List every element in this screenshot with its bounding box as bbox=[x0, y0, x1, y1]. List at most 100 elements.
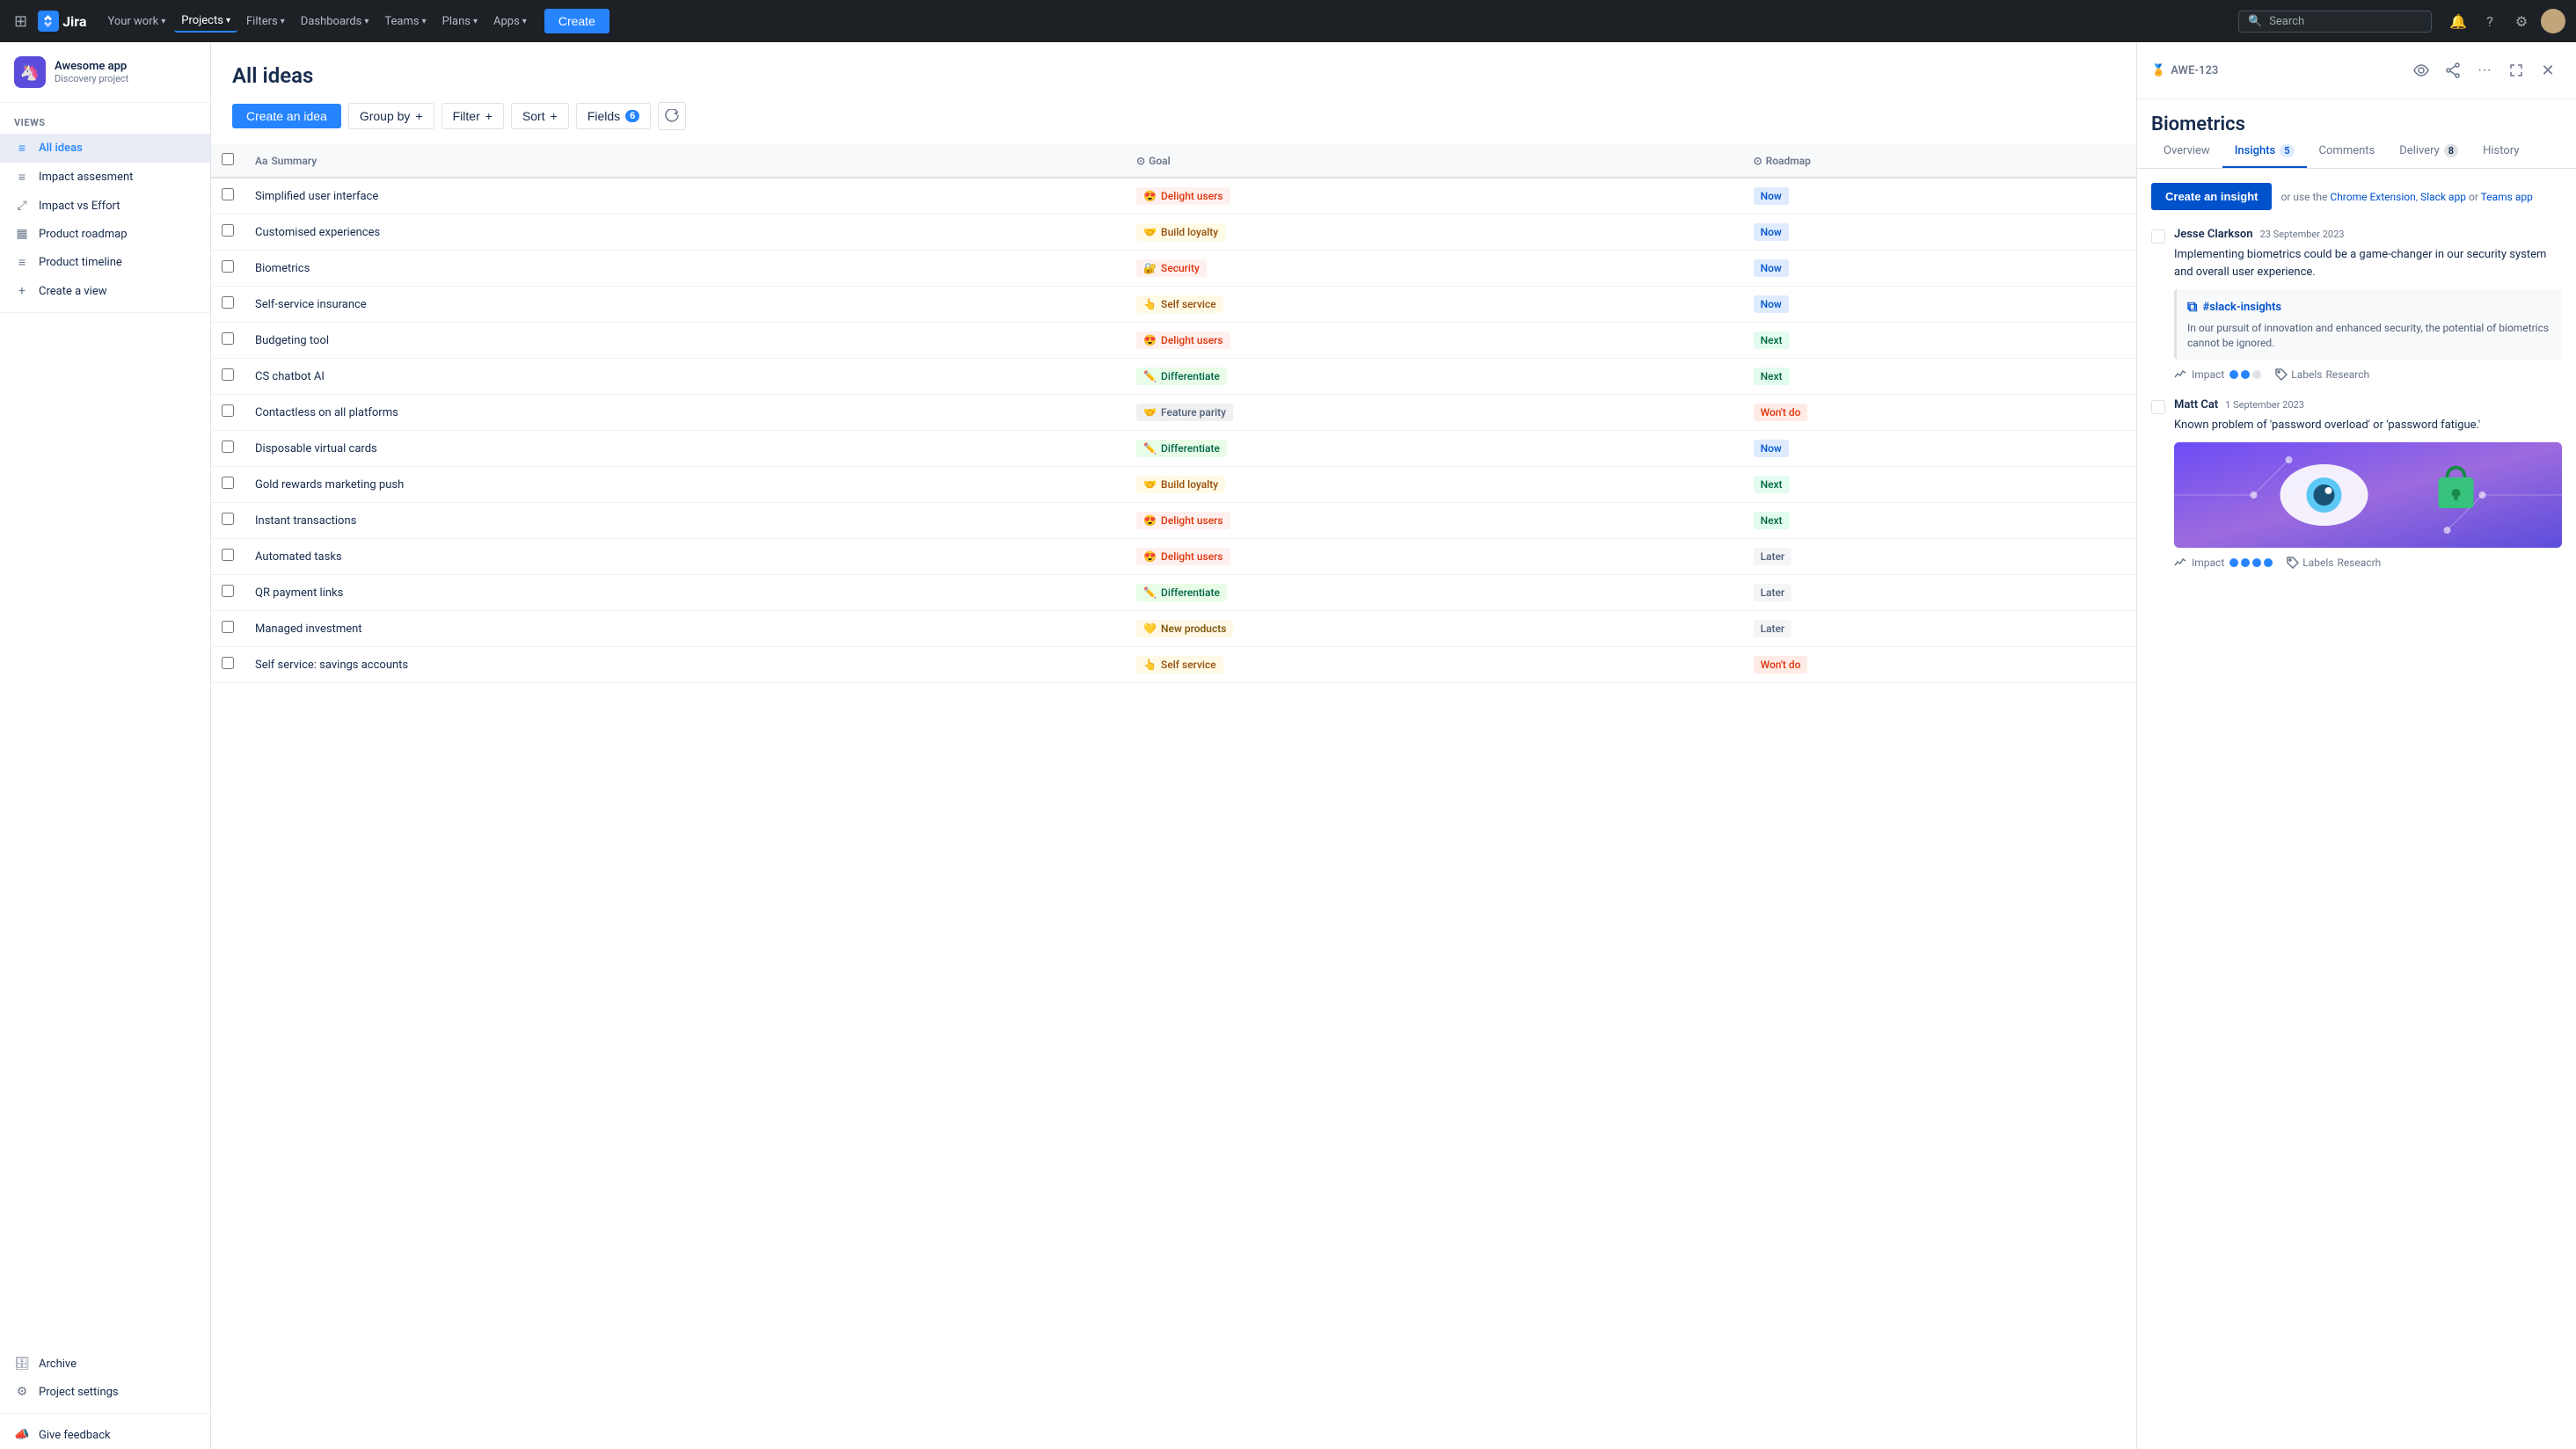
sidebar-item-feedback[interactable]: 📣 Give feedback bbox=[0, 1421, 210, 1449]
insight-footer: Impact Labels Reseacrh bbox=[2174, 557, 2562, 569]
row-checkbox[interactable] bbox=[222, 441, 234, 453]
row-checkbox[interactable] bbox=[222, 188, 234, 200]
table-row[interactable]: Gold rewards marketing push 🤝 Build loya… bbox=[211, 467, 2136, 503]
table-row[interactable]: CS chatbot AI ✏️ Differentiate Next bbox=[211, 359, 2136, 395]
group-by-button[interactable]: Group by + bbox=[348, 103, 434, 129]
table-row[interactable]: Automated tasks 😍 Delight users Later bbox=[211, 539, 2136, 575]
table-row[interactable]: Self-service insurance 👆 Self service No… bbox=[211, 287, 2136, 323]
sidebar-item-impact-vs-effort[interactable]: ⤢Impact vs Effort bbox=[0, 192, 210, 220]
nav-item-filters[interactable]: Filters ▾ bbox=[239, 11, 292, 32]
table-row[interactable]: Budgeting tool 😍 Delight users Next bbox=[211, 323, 2136, 359]
table-row[interactable]: Simplified user interface 😍 Delight user… bbox=[211, 178, 2136, 215]
app-layout: 🦄 Awesome app Discovery project VIEWS ≡A… bbox=[0, 0, 2576, 1449]
row-checkbox[interactable] bbox=[222, 368, 234, 381]
share-button[interactable] bbox=[2439, 56, 2467, 84]
sidebar-item-product-roadmap[interactable]: ▦Product roadmap bbox=[0, 220, 210, 248]
row-summary: CS chatbot AI bbox=[244, 359, 1126, 395]
sidebar-item-impact-assesment[interactable]: ≡Impact assesment bbox=[0, 163, 210, 192]
nav-item-apps[interactable]: Apps ▾ bbox=[486, 11, 534, 32]
roadmap-badge: Won't do bbox=[1754, 656, 1808, 674]
row-checkbox[interactable] bbox=[222, 260, 234, 273]
nav-item-plans[interactable]: Plans ▾ bbox=[435, 11, 485, 32]
row-checkbox-cell bbox=[211, 467, 244, 503]
sort-button[interactable]: Sort + bbox=[511, 103, 569, 129]
create-insight-button[interactable]: Create an insight bbox=[2151, 183, 2272, 210]
refresh-button[interactable] bbox=[658, 102, 686, 130]
goal-tag: 👆 Self service bbox=[1136, 295, 1223, 313]
sidebar-item-create-view[interactable]: + Create a view bbox=[0, 277, 210, 305]
row-checkbox[interactable] bbox=[222, 585, 234, 597]
chrome-extension-link[interactable]: Chrome Extension bbox=[2330, 191, 2415, 203]
sidebar-item-settings[interactable]: ⚙ Project settings bbox=[0, 1378, 210, 1406]
panel-tab-overview[interactable]: Overview bbox=[2151, 135, 2222, 168]
row-checkbox[interactable] bbox=[222, 296, 234, 309]
slack-app-link[interactable]: Slack app bbox=[2420, 191, 2466, 203]
search-bar[interactable]: 🔍 Search bbox=[2238, 11, 2432, 33]
panel-id-icon: 🏅 bbox=[2151, 64, 2165, 77]
fields-button[interactable]: Fields 6 bbox=[576, 103, 651, 129]
nav-item-your-work[interactable]: Your work ▾ bbox=[100, 11, 172, 32]
view-icon: ≡ bbox=[14, 255, 30, 270]
ideas-tbody: Simplified user interface 😍 Delight user… bbox=[211, 178, 2136, 683]
settings-icon[interactable]: ⚙ bbox=[2509, 9, 2534, 33]
row-checkbox[interactable] bbox=[222, 621, 234, 633]
create-button[interactable]: Create bbox=[544, 9, 609, 33]
sidebar-item-archive[interactable]: 🗄 Archive bbox=[0, 1350, 210, 1378]
row-checkbox[interactable] bbox=[222, 657, 234, 669]
panel-tab-delivery[interactable]: Delivery8 bbox=[2387, 135, 2470, 168]
goal-emoji: 🤝 bbox=[1143, 406, 1157, 419]
panel-tab-insights[interactable]: Insights5 bbox=[2222, 135, 2307, 168]
plus-icon: + bbox=[415, 109, 422, 123]
row-checkbox[interactable] bbox=[222, 513, 234, 525]
row-checkbox-cell bbox=[211, 287, 244, 323]
close-button[interactable]: ✕ bbox=[2534, 56, 2562, 84]
row-checkbox[interactable] bbox=[222, 549, 234, 561]
table-row[interactable]: Biometrics 🔐 Security Now bbox=[211, 251, 2136, 287]
nav-item-teams[interactable]: Teams ▾ bbox=[377, 11, 433, 32]
filter-button[interactable]: Filter + bbox=[441, 103, 504, 129]
help-icon[interactable]: ? bbox=[2477, 9, 2502, 33]
grid-icon[interactable]: ⊞ bbox=[11, 9, 31, 34]
nav-item-projects[interactable]: Projects ▾ bbox=[174, 11, 237, 33]
row-goal: 😍 Delight users bbox=[1126, 503, 1742, 539]
teams-app-link[interactable]: Teams app bbox=[2481, 191, 2533, 203]
sidebar-item-all-ideas[interactable]: ≡All ideas bbox=[0, 134, 210, 163]
table-row[interactable]: QR payment links ✏️ Differentiate Later bbox=[211, 575, 2136, 611]
view-label: Impact vs Effort bbox=[39, 200, 120, 213]
table-row[interactable]: Instant transactions 😍 Delight users Nex… bbox=[211, 503, 2136, 539]
insight-checkbox[interactable] bbox=[2151, 229, 2165, 244]
notifications-icon[interactable]: 🔔 bbox=[2446, 9, 2470, 33]
expand-button[interactable] bbox=[2502, 56, 2530, 84]
header-checkbox bbox=[211, 144, 244, 178]
row-checkbox[interactable] bbox=[222, 332, 234, 345]
sidebar: 🦄 Awesome app Discovery project VIEWS ≡A… bbox=[0, 42, 211, 1449]
table-row[interactable]: Disposable virtual cards ✏️ Differentiat… bbox=[211, 431, 2136, 467]
chevron-down-icon: ▾ bbox=[522, 17, 527, 26]
nav-item-dashboards[interactable]: Dashboards ▾ bbox=[294, 11, 376, 32]
impact-dot bbox=[2252, 370, 2261, 379]
row-checkbox[interactable] bbox=[222, 224, 234, 237]
watch-button[interactable] bbox=[2407, 56, 2435, 84]
feedback-label: Give feedback bbox=[39, 1429, 111, 1442]
megaphone-icon: 📣 bbox=[14, 1428, 30, 1442]
goal-tag: ✏️ Differentiate bbox=[1136, 584, 1227, 601]
row-checkbox[interactable] bbox=[222, 477, 234, 489]
row-goal: 💛 New products bbox=[1126, 611, 1742, 647]
table-row[interactable]: Managed investment 💛 New products Later bbox=[211, 611, 2136, 647]
create-idea-button[interactable]: Create an idea bbox=[232, 104, 341, 128]
insight-date: 1 September 2023 bbox=[2225, 399, 2304, 411]
header-roadmap: ⊙ Roadmap bbox=[1743, 144, 2136, 178]
select-all-checkbox[interactable] bbox=[222, 153, 234, 165]
panel-tab-comments[interactable]: Comments bbox=[2307, 135, 2388, 168]
more-options-button[interactable]: ··· bbox=[2470, 56, 2499, 84]
user-avatar[interactable] bbox=[2541, 9, 2565, 33]
sidebar-item-product-timeline[interactable]: ≡Product timeline bbox=[0, 248, 210, 277]
goal-emoji: ✏️ bbox=[1143, 586, 1157, 599]
table-row[interactable]: Contactless on all platforms 🤝 Feature p… bbox=[211, 395, 2136, 431]
row-checkbox[interactable] bbox=[222, 404, 234, 417]
goal-tag: 😍 Delight users bbox=[1136, 331, 1230, 349]
insight-checkbox[interactable] bbox=[2151, 400, 2165, 414]
panel-tab-history[interactable]: History bbox=[2470, 135, 2531, 168]
table-row[interactable]: Customised experiences 🤝 Build loyalty N… bbox=[211, 215, 2136, 251]
table-row[interactable]: Self service: savings accounts 👆 Self se… bbox=[211, 647, 2136, 683]
